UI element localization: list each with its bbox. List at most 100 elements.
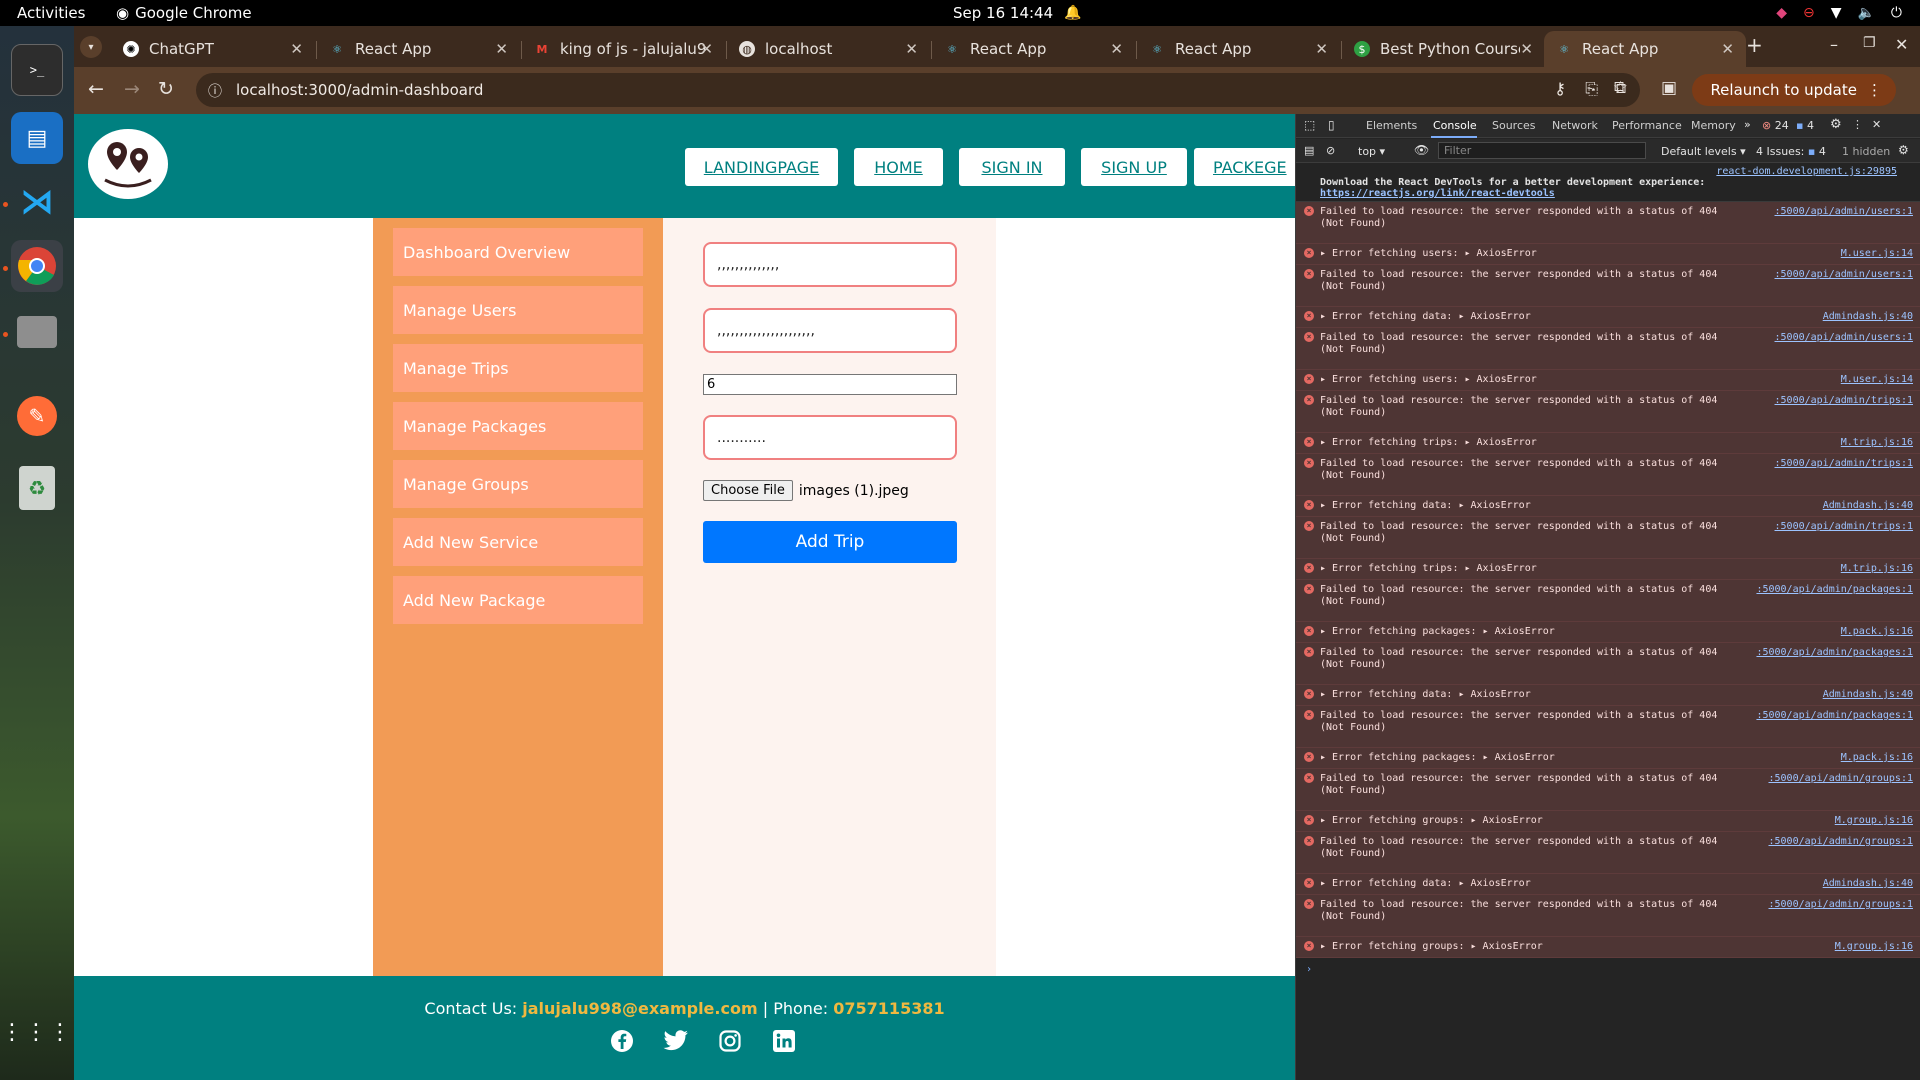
address-bar[interactable]: ⓘ localhost:3000/admin-dashboard ⚷ ⎘ ☆ (196, 73, 1640, 107)
console-error-message[interactable]: ×:5000/api/admin/trips:1 Failed to load r… (1296, 517, 1920, 559)
devtools-link[interactable]: https://reactjs.org/link/react-devtools (1320, 188, 1555, 199)
dock-terminal[interactable]: >_ (11, 44, 63, 96)
console-error-message[interactable]: ×:5000/api/admin/trips:1 Failed to load r… (1296, 454, 1920, 496)
site-logo[interactable] (88, 129, 168, 199)
console-filter-input[interactable]: Filter (1438, 142, 1646, 159)
context-selector[interactable]: top ▾ (1358, 145, 1385, 158)
trip-number-input[interactable]: 6 (703, 374, 957, 395)
close-icon[interactable]: ✕ (905, 40, 918, 58)
console-error-message[interactable]: ×:5000/api/admin/groups:1 Failed to load … (1296, 832, 1920, 874)
nav-home[interactable]: HOME (854, 148, 943, 186)
choose-file-button[interactable]: Choose File (703, 480, 793, 501)
tab-localhost[interactable]: ◍ localhost ✕ (727, 31, 930, 67)
extensions-icon[interactable]: ⧉ (1614, 78, 1626, 98)
message-source-link[interactable]: M.pack.js:16 (1841, 626, 1913, 638)
console-error-message[interactable]: × Admindash.js:40 ▸ Error fetching data: ▸… (1296, 685, 1920, 706)
activities-button[interactable]: Activities (17, 4, 85, 22)
twitter-icon[interactable] (663, 1028, 689, 1054)
trip-field-1[interactable]: ,,,,,,,,,,,,,, (703, 242, 957, 287)
dock-chrome[interactable] (11, 240, 63, 292)
message-source-link[interactable]: :5000/api/admin/groups:1 (1769, 836, 1914, 848)
inspect-element-icon[interactable]: ⬚ (1304, 118, 1315, 132)
console-error-message[interactable]: × M.trip.js:16 ▸ Error fetching trips: ▸ A… (1296, 433, 1920, 454)
maximize-button[interactable]: ❐ (1863, 35, 1876, 51)
sidebar-item-dashboard-overview[interactable]: Dashboard Overview (393, 228, 643, 276)
sidebar-item-add-new-package[interactable]: Add New Package (393, 576, 643, 624)
dock-postman[interactable]: ✎ (11, 390, 63, 442)
device-toolbar-icon[interactable]: ▯ (1328, 118, 1335, 132)
close-icon[interactable]: ✕ (1315, 40, 1328, 58)
message-source-link[interactable]: :5000/api/admin/packages:1 (1756, 710, 1913, 722)
trip-field-4[interactable]: ........... (703, 415, 957, 460)
message-source-link[interactable]: M.pack.js:16 (1841, 752, 1913, 764)
kebab-menu-icon[interactable]: ⋮ (1852, 118, 1863, 131)
console-error-message[interactable]: × M.user.js:14 ▸ Error fetching users: ▸ A… (1296, 244, 1920, 265)
console-error-message[interactable]: ×:5000/api/admin/packages:1 Failed to loa… (1296, 643, 1920, 685)
console-error-message[interactable]: × M.group.js:16 ▸ Error fetching groups: ▸… (1296, 937, 1920, 958)
console-error-message[interactable]: ×:5000/api/admin/trips:1 Failed to load r… (1296, 391, 1920, 433)
message-source-link[interactable]: M.user.js:14 (1841, 374, 1913, 386)
tab-gmail[interactable]: M king of js - jalujalu9 ✕ (522, 31, 725, 67)
console-error-message[interactable]: ×:5000/api/admin/users:1 Failed to load r… (1296, 202, 1920, 244)
close-icon[interactable]: ✕ (1520, 40, 1533, 58)
settings-gear-icon[interactable]: ⚙ (1830, 117, 1842, 132)
forward-button[interactable]: → (124, 78, 140, 100)
devtools-tab-network[interactable]: Network (1552, 119, 1598, 132)
message-source-link[interactable]: :5000/api/admin/users:1 (1775, 206, 1913, 218)
devtools-tab-performance[interactable]: Performance (1612, 119, 1682, 132)
nav-landingpage[interactable]: LANDINGPAGE (685, 148, 838, 186)
close-devtools-icon[interactable]: ✕ (1872, 118, 1881, 131)
linkedin-icon[interactable] (771, 1028, 797, 1054)
tab-react-app-active[interactable]: ⚛ React App ✕ (1544, 31, 1746, 67)
tab-react-app[interactable]: ⚛ React App ✕ (317, 31, 520, 67)
install-app-icon[interactable]: ⎘ (1585, 79, 1598, 99)
console-error-message[interactable]: × Admindash.js:40 ▸ Error fetching data: ▸… (1296, 874, 1920, 895)
sidebar-item-manage-groups[interactable]: Manage Groups (393, 460, 643, 508)
message-source-link[interactable]: Admindash.js:40 (1823, 878, 1913, 890)
back-button[interactable]: ← (88, 78, 104, 100)
tab-react-app[interactable]: ⚛ React App ✕ (932, 31, 1135, 67)
message-source-link[interactable]: :5000/api/admin/trips:1 (1775, 395, 1913, 407)
tab-search-button[interactable]: ▾ (80, 36, 102, 58)
message-source-link[interactable]: :5000/api/admin/groups:1 (1769, 899, 1914, 911)
console-error-message[interactable]: × Admindash.js:40 ▸ Error fetching data: ▸… (1296, 307, 1920, 328)
console-error-message[interactable]: ×:5000/api/admin/packages:1 Failed to loa… (1296, 580, 1920, 622)
nav-sign-in[interactable]: SIGN IN (959, 148, 1065, 186)
facebook-icon[interactable] (609, 1028, 635, 1054)
console-error-message[interactable]: ×:5000/api/admin/groups:1 Failed to load … (1296, 769, 1920, 811)
dock-vscode[interactable]: ⋊ (11, 176, 63, 228)
message-source-link[interactable]: react-dom.development.js:29895 (1320, 166, 1897, 177)
devtools-tab-elements[interactable]: Elements (1366, 119, 1417, 132)
tab-python-course[interactable]: $ Best Python Course ✕ (1342, 31, 1545, 67)
side-panel-icon[interactable]: ▣ (1661, 78, 1677, 98)
message-source-link[interactable]: M.group.js:16 (1835, 815, 1913, 827)
close-icon[interactable]: ✕ (1110, 40, 1123, 58)
dock-trash[interactable]: ♻ (11, 462, 63, 514)
live-expression-eye-icon[interactable]: 👁 (1414, 143, 1429, 157)
password-key-icon[interactable]: ⚷ (1554, 79, 1566, 98)
clock[interactable]: Sep 16 14:44 (953, 4, 1053, 22)
contact-email[interactable]: jalujalu998@example.com (522, 999, 757, 1018)
message-source-link[interactable]: Admindash.js:40 (1823, 311, 1913, 323)
message-source-link[interactable]: M.trip.js:16 (1841, 563, 1913, 575)
close-icon[interactable]: ✕ (700, 40, 713, 58)
message-source-link[interactable]: M.group.js:16 (1835, 941, 1913, 953)
console-error-message[interactable]: ×:5000/api/admin/packages:1 Failed to loa… (1296, 706, 1920, 748)
more-tabs-icon[interactable]: » (1744, 118, 1751, 131)
add-trip-button[interactable]: Add Trip (703, 521, 957, 563)
message-source-link[interactable]: Admindash.js:40 (1823, 689, 1913, 701)
message-source-link[interactable]: :5000/api/admin/users:1 (1775, 269, 1913, 281)
sidebar-item-manage-users[interactable]: Manage Users (393, 286, 643, 334)
message-source-link[interactable]: Admindash.js:40 (1823, 500, 1913, 512)
nav-sign-up[interactable]: SIGN UP (1081, 148, 1187, 186)
devtools-tab-memory[interactable]: Memory (1691, 119, 1736, 132)
console-error-message[interactable]: × Admindash.js:40 ▸ Error fetching data: ▸… (1296, 496, 1920, 517)
relaunch-update-button[interactable]: Relaunch to update ⋮ (1692, 74, 1896, 106)
console-error-message[interactable]: × M.user.js:14 ▸ Error fetching users: ▸ A… (1296, 370, 1920, 391)
reload-button[interactable]: ↻ (158, 78, 174, 100)
message-source-link[interactable]: :5000/api/admin/trips:1 (1775, 458, 1913, 470)
message-source-link[interactable]: :5000/api/admin/groups:1 (1769, 773, 1914, 785)
console-error-message[interactable]: ×:5000/api/admin/users:1 Failed to load r… (1296, 328, 1920, 370)
trip-field-2[interactable]: ,,,,,,,,,,,,,,,,,,,,,, (703, 308, 957, 353)
dock-files[interactable] (11, 306, 63, 358)
